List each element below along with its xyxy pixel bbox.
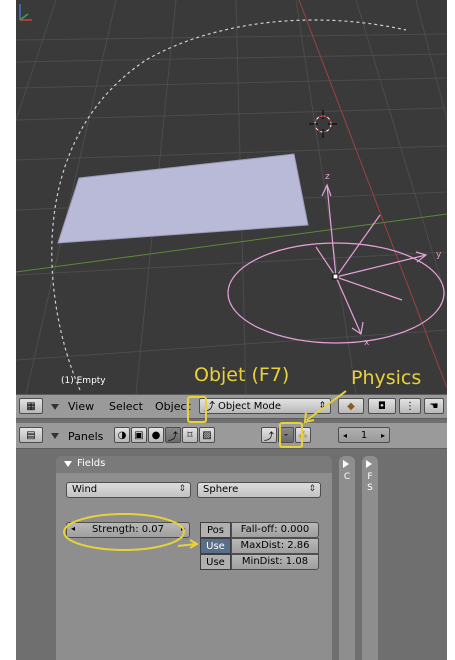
panels-label: Panels bbox=[68, 430, 104, 443]
fields-panel: Fields Wind ⇕ Sphere ⇕ ◂ Strength: 0.07 … bbox=[56, 456, 332, 660]
maxdist-value: MaxDist: 2.86 bbox=[240, 540, 310, 551]
object-sub-icon: ⤴ bbox=[264, 431, 274, 443]
scene-context-button[interactable]: ▨ bbox=[199, 427, 215, 443]
tab-f-label: F bbox=[367, 472, 373, 482]
shading-context-button[interactable]: ● bbox=[148, 427, 164, 443]
scene-icon: ▨ bbox=[202, 429, 212, 441]
strength-value: Strength: 0.07 bbox=[91, 524, 165, 535]
hand-button[interactable]: ☚ bbox=[424, 398, 444, 414]
mindist-field[interactable]: MinDist: 1.08 bbox=[231, 554, 319, 570]
buttons-panel-area: Fields Wind ⇕ Sphere ⇕ ◂ Strength: 0.07 … bbox=[16, 449, 447, 660]
collapse-menu-icon-2[interactable] bbox=[51, 433, 59, 439]
chevron-updown-icon: ⇕ bbox=[178, 484, 186, 494]
right-arrow-icon: ▸ bbox=[380, 430, 385, 440]
tab-s-label: S bbox=[367, 483, 373, 493]
field-shape-value: Sphere bbox=[203, 484, 239, 495]
collapse-triangle-icon[interactable] bbox=[64, 461, 72, 467]
cube-icon: ◆ bbox=[347, 400, 355, 412]
field-type-select[interactable]: Wind ⇕ bbox=[66, 482, 191, 498]
chevron-updown-icon: ⇕ bbox=[318, 401, 326, 411]
field-shape-select[interactable]: Sphere ⇕ bbox=[197, 482, 321, 498]
collisions-panel-tab[interactable]: C bbox=[339, 456, 355, 660]
expand-triangle-icon[interactable] bbox=[366, 460, 372, 468]
pos-toggle-button[interactable]: Pos bbox=[200, 522, 231, 538]
physics-annotation: Physics bbox=[351, 367, 422, 389]
menu-object[interactable]: Object bbox=[155, 400, 191, 413]
left-arrow-icon: ◂ bbox=[343, 430, 348, 440]
mode-dropdown-label: Object Mode bbox=[218, 400, 281, 412]
mode-dropdown[interactable]: ⤴ Object Mode ⇕ bbox=[199, 398, 331, 414]
physics-subcontext-button[interactable]: ⏑ bbox=[278, 427, 294, 443]
expand-triangle-icon[interactable] bbox=[343, 460, 349, 468]
menu-view[interactable]: View bbox=[68, 400, 94, 413]
pivot-button[interactable]: ◘ bbox=[368, 398, 396, 414]
use-maxdist-toggle[interactable]: Use bbox=[200, 538, 231, 554]
falloff-field[interactable]: Fall-off: 0.000 bbox=[231, 522, 319, 538]
objet-annotation: Objet (F7) bbox=[194, 364, 290, 386]
fields-panel-title: Fields bbox=[77, 458, 106, 469]
viewport-header: ▦ View Select Object ⤴ Object Mode ⇕ ◆ ◘… bbox=[16, 394, 447, 419]
3d-viewport[interactable]: z y x (1) Empty bbox=[16, 0, 447, 394]
field-type-value: Wind bbox=[72, 484, 98, 495]
editor-type-button[interactable]: ▦ bbox=[19, 398, 43, 414]
x-axis-label: x bbox=[364, 338, 370, 348]
tab-c-label: C bbox=[343, 472, 351, 482]
hand-icon: ☚ bbox=[429, 400, 439, 412]
manipulator-button[interactable]: ⋮ bbox=[399, 398, 421, 414]
pivot-icon: ◘ bbox=[378, 400, 386, 412]
grid-icon: ▦ bbox=[26, 400, 36, 412]
falloff-value: Fall-off: 0.000 bbox=[240, 524, 310, 535]
z-axis-label: z bbox=[325, 172, 330, 182]
collapse-menu-icon[interactable] bbox=[51, 404, 59, 410]
orientation-axis-icon bbox=[19, 4, 32, 21]
viewport-canvas: z y x bbox=[16, 0, 447, 394]
editing-icon: ⌑ bbox=[187, 429, 193, 441]
menu-select[interactable]: Select bbox=[109, 400, 143, 413]
right-arrow-icon: ▸ bbox=[180, 524, 185, 533]
manipulator-icon: ⋮ bbox=[405, 400, 415, 412]
y-axis-line bbox=[298, 0, 447, 389]
fields-panel-header[interactable]: Fields bbox=[56, 456, 332, 473]
softbody-panel-tab[interactable]: F S bbox=[362, 456, 378, 660]
use-mindist-toggle[interactable]: Use bbox=[200, 554, 231, 570]
script-icon: ▣ bbox=[134, 429, 144, 441]
script-context-button[interactable]: ▣ bbox=[131, 427, 147, 443]
plane-object bbox=[57, 153, 309, 244]
draw-type-button[interactable]: ◆ bbox=[338, 398, 364, 414]
object-mode-icon: ⤴ bbox=[204, 400, 215, 413]
object-subcontext-button[interactable]: ⤴ bbox=[261, 427, 277, 443]
object-context-button[interactable]: ⤴ bbox=[165, 427, 181, 443]
logic-icon: ◑ bbox=[117, 429, 127, 441]
editor-type-button-2[interactable]: ▤ bbox=[19, 427, 43, 443]
mindist-value: MinDist: 1.08 bbox=[241, 556, 309, 567]
logic-context-button[interactable]: ◑ bbox=[114, 427, 130, 443]
strength-field[interactable]: ◂ Strength: 0.07 ▸ bbox=[66, 522, 190, 538]
particles-icon: ⁂ bbox=[298, 429, 308, 441]
particles-subcontext-button[interactable]: ⁂ bbox=[295, 427, 311, 443]
y-axis-label: y bbox=[436, 250, 442, 260]
object-icon: ⤴ bbox=[168, 431, 178, 443]
blender-window: z y x (1) Empty ▦ View Select Object ⤴ O… bbox=[16, 0, 447, 660]
maxdist-field[interactable]: MaxDist: 2.86 bbox=[231, 538, 319, 554]
frame-counter[interactable]: ◂ 1 ▸ bbox=[338, 427, 390, 443]
object-label: (1) Empty bbox=[61, 376, 106, 386]
buttons-window-icon: ▤ bbox=[26, 429, 36, 441]
chevron-updown-icon: ⇕ bbox=[308, 484, 316, 494]
physics-icon: ⏑ bbox=[284, 429, 288, 441]
frame-value: 1 bbox=[360, 429, 368, 441]
buttons-header: ▤ Panels ◑ ▣ ● ⤴ ⌑ ▨ ⤴ ⏑ ⁂ ◂ 1 ▸ bbox=[16, 423, 447, 449]
shading-icon: ● bbox=[151, 429, 161, 441]
editing-context-button[interactable]: ⌑ bbox=[182, 427, 198, 443]
